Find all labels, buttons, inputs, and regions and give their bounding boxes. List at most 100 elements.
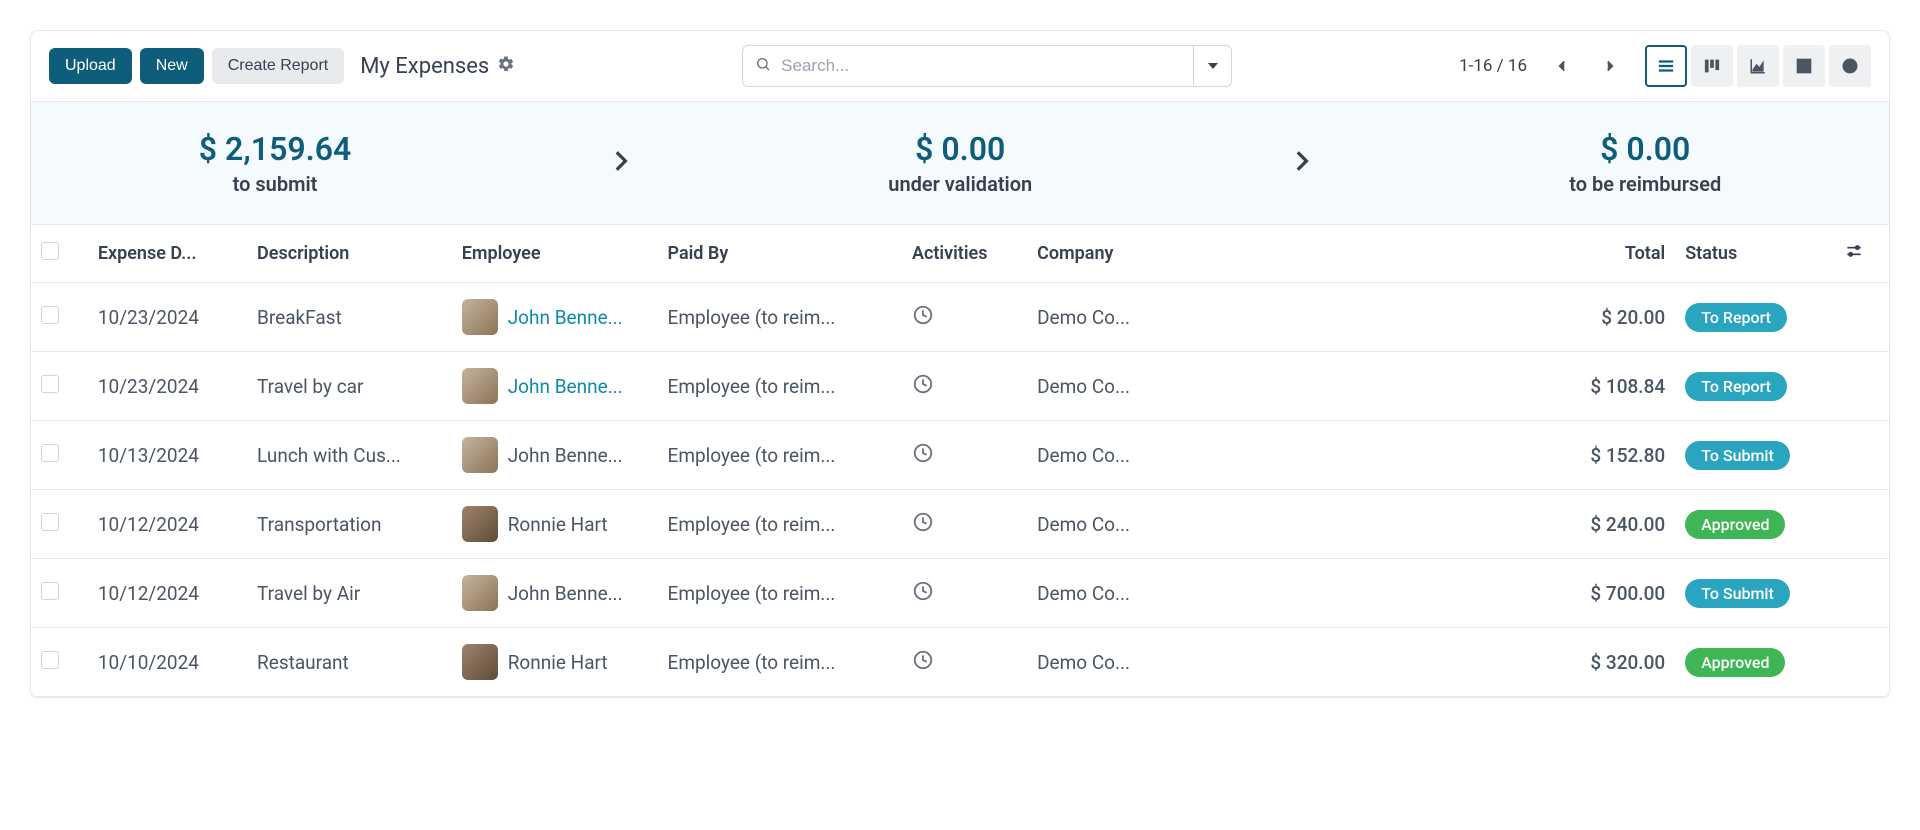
table-row[interactable]: 10/12/2024Travel by AirJohn Benne...Empl…: [31, 559, 1889, 628]
cell-paidby: Employee (to reim...: [658, 283, 902, 352]
row-checkbox[interactable]: [41, 444, 59, 462]
col-company[interactable]: Company: [1027, 225, 1198, 283]
row-checkbox[interactable]: [41, 375, 59, 393]
summary-amount: $ 0.00: [888, 130, 1032, 168]
avatar: [462, 506, 498, 542]
page-title: My Expenses: [360, 54, 489, 79]
clock-icon[interactable]: [912, 377, 934, 400]
col-description[interactable]: Description: [247, 225, 452, 283]
cell-employee: John Benne...: [508, 375, 623, 398]
clock-icon[interactable]: [912, 308, 934, 331]
view-switcher: [1645, 45, 1871, 87]
col-status[interactable]: Status: [1675, 225, 1834, 283]
avatar: [462, 575, 498, 611]
pager-text: 1-16 / 16: [1459, 56, 1527, 76]
cell-description: Travel by Air: [247, 559, 452, 628]
summary-to-submit[interactable]: $ 2,159.64 to submit: [199, 130, 352, 196]
cell-company: Demo Co...: [1027, 490, 1198, 559]
cell-total: $ 700.00: [1198, 559, 1676, 628]
table-row[interactable]: 10/10/2024RestaurantRonnie HartEmployee …: [31, 628, 1889, 697]
view-pivot-button[interactable]: [1783, 45, 1825, 87]
clock-icon[interactable]: [912, 515, 934, 538]
gear-icon[interactable]: [497, 54, 515, 79]
cell-company: Demo Co...: [1027, 421, 1198, 490]
view-kanban-button[interactable]: [1691, 45, 1733, 87]
table-row[interactable]: 10/12/2024TransportationRonnie HartEmplo…: [31, 490, 1889, 559]
cell-company: Demo Co...: [1027, 283, 1198, 352]
expenses-panel: Upload New Create Report My Expenses 1-1…: [30, 30, 1890, 698]
upload-button[interactable]: Upload: [49, 48, 132, 84]
cell-date: 10/12/2024: [88, 490, 247, 559]
cell-total: $ 20.00: [1198, 283, 1676, 352]
clock-icon[interactable]: [912, 653, 934, 676]
cell-employee: John Benne...: [508, 444, 623, 467]
expenses-table: Expense D... Description Employee Paid B…: [31, 225, 1889, 697]
status-badge: Approved: [1685, 648, 1785, 677]
table-row[interactable]: 10/13/2024Lunch with Cus... John Benne...…: [31, 421, 1889, 490]
summary-label: under validation: [888, 172, 1032, 196]
status-badge: To Submit: [1685, 579, 1790, 608]
summary-under-validation[interactable]: $ 0.00 under validation: [888, 130, 1032, 196]
search-input[interactable]: [781, 56, 1181, 76]
avatar: [462, 437, 498, 473]
column-options-icon[interactable]: [1844, 245, 1864, 266]
page-title-wrap: My Expenses: [360, 54, 515, 79]
col-employee[interactable]: Employee: [452, 225, 658, 283]
cell-paidby: Employee (to reim...: [658, 490, 902, 559]
new-button[interactable]: New: [140, 48, 204, 84]
col-activities[interactable]: Activities: [902, 225, 1027, 283]
search-icon: [755, 56, 771, 76]
summary-strip: $ 2,159.64 to submit $ 0.00 under valida…: [31, 102, 1889, 225]
cell-description: Travel by car: [247, 352, 452, 421]
clock-icon[interactable]: [912, 584, 934, 607]
row-checkbox[interactable]: [41, 651, 59, 669]
view-activity-button[interactable]: [1829, 45, 1871, 87]
cell-paidby: Employee (to reim...: [658, 352, 902, 421]
cell-employee: John Benne...: [508, 306, 623, 329]
status-badge: To Report: [1685, 372, 1787, 401]
summary-label: to be reimbursed: [1569, 172, 1721, 196]
cell-total: $ 240.00: [1198, 490, 1676, 559]
cell-company: Demo Co...: [1027, 559, 1198, 628]
table-row[interactable]: 10/23/2024BreakFast John Benne... Employee…: [31, 283, 1889, 352]
cell-paidby: Employee (to reim...: [658, 421, 902, 490]
summary-label: to submit: [199, 172, 352, 196]
table-header-row: Expense D... Description Employee Paid B…: [31, 225, 1889, 283]
cell-description: BreakFast: [247, 283, 452, 352]
view-list-button[interactable]: [1645, 45, 1687, 87]
col-expense-date[interactable]: Expense D...: [88, 225, 247, 283]
avatar: [462, 644, 498, 680]
cell-paidby: Employee (to reim...: [658, 559, 902, 628]
search-box: [742, 45, 1232, 87]
view-graph-button[interactable]: [1737, 45, 1779, 87]
cell-date: 10/23/2024: [88, 283, 247, 352]
cell-date: 10/10/2024: [88, 628, 247, 697]
pager-prev-button[interactable]: [1541, 45, 1583, 87]
cell-date: 10/12/2024: [88, 559, 247, 628]
cell-date: 10/13/2024: [88, 421, 247, 490]
status-badge: To Submit: [1685, 441, 1790, 470]
cell-date: 10/23/2024: [88, 352, 247, 421]
cell-description: Restaurant: [247, 628, 452, 697]
row-checkbox[interactable]: [41, 582, 59, 600]
pager-next-button[interactable]: [1589, 45, 1631, 87]
chevron-right-icon: [607, 148, 633, 178]
clock-icon[interactable]: [912, 446, 934, 469]
chevron-right-icon: [1288, 148, 1314, 178]
search-dropdown-toggle[interactable]: [1193, 46, 1231, 86]
cell-description: Lunch with Cus...: [247, 421, 452, 490]
status-badge: Approved: [1685, 510, 1785, 539]
col-paid-by[interactable]: Paid By: [658, 225, 902, 283]
avatar: [462, 368, 498, 404]
summary-to-be-reimbursed[interactable]: $ 0.00 to be reimbursed: [1569, 130, 1721, 196]
row-checkbox[interactable]: [41, 513, 59, 531]
col-total[interactable]: Total: [1198, 225, 1676, 283]
row-checkbox[interactable]: [41, 306, 59, 324]
cell-company: Demo Co...: [1027, 352, 1198, 421]
status-badge: To Report: [1685, 303, 1787, 332]
table-row[interactable]: 10/23/2024Travel by car John Benne... Empl…: [31, 352, 1889, 421]
select-all-checkbox[interactable]: [41, 242, 59, 260]
cell-total: $ 320.00: [1198, 628, 1676, 697]
avatar: [462, 299, 498, 335]
create-report-button[interactable]: Create Report: [212, 48, 345, 84]
